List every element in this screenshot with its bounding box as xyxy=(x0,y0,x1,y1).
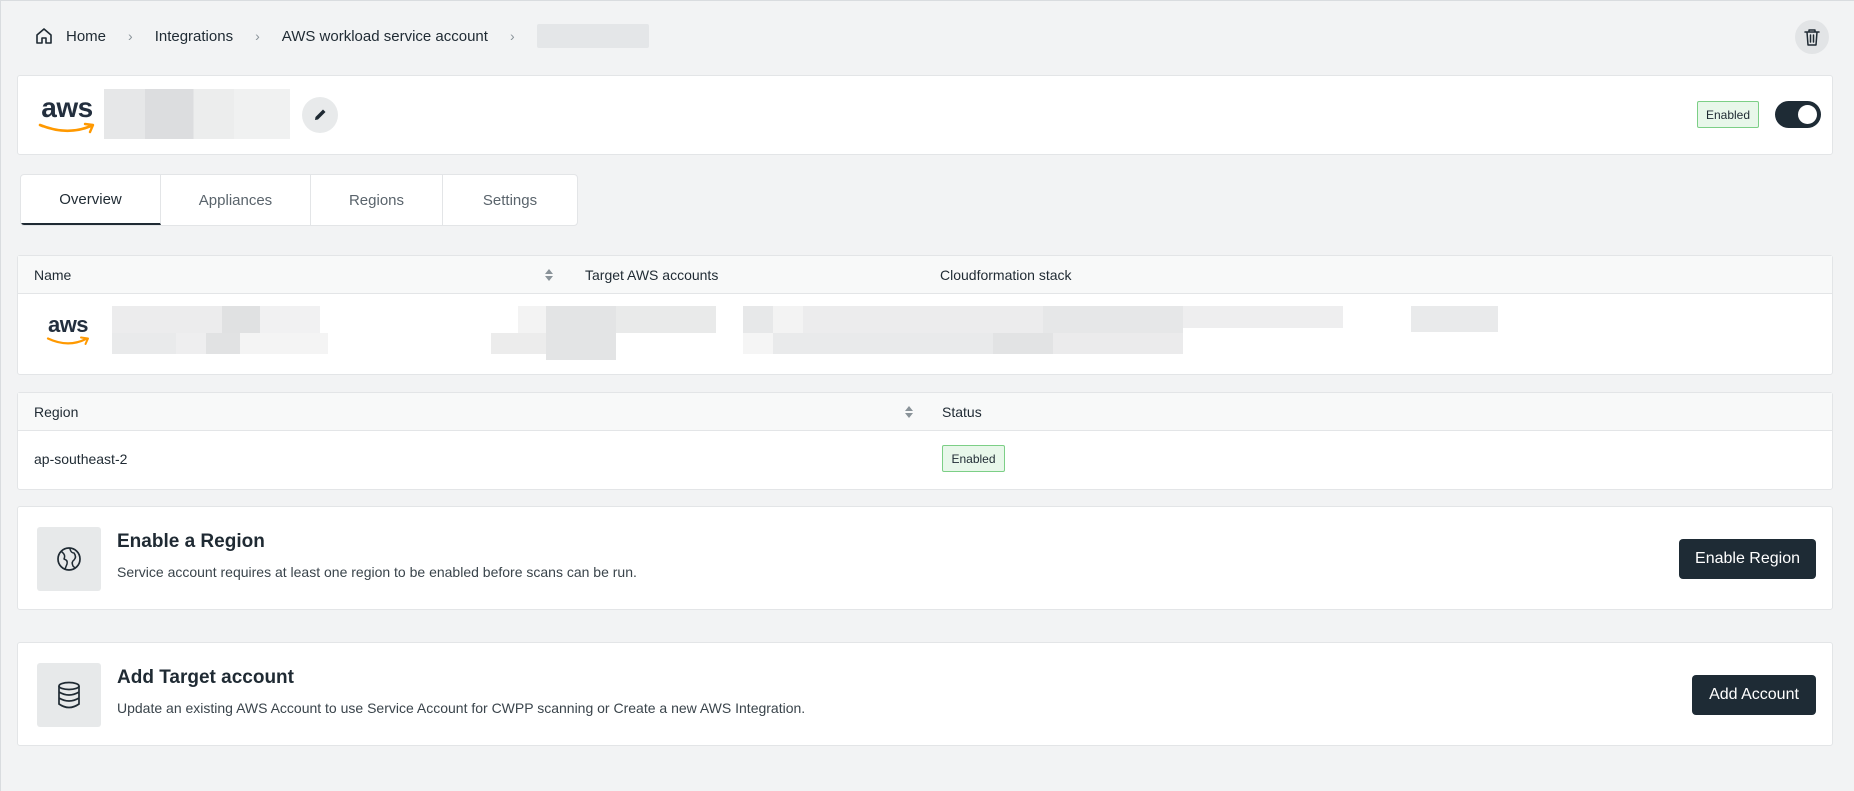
integration-name-redacted xyxy=(104,89,290,139)
tab-bar: Overview Appliances Regions Settings xyxy=(20,174,578,226)
table-header: Region Status xyxy=(18,393,1832,431)
integration-header-card: aws Enabled xyxy=(17,75,1833,155)
aws-logo-text: aws xyxy=(41,92,93,123)
trash-icon xyxy=(1804,29,1820,46)
chevron-right-icon: › xyxy=(128,28,133,44)
table-row[interactable]: ap-southeast-2 Enabled xyxy=(18,431,1832,489)
aws-smile-icon xyxy=(38,122,95,134)
column-header-region[interactable]: Region xyxy=(34,404,78,420)
column-header-cloudformation-stack: Cloudformation stack xyxy=(940,267,1072,283)
breadcrumb-current-redacted xyxy=(536,24,649,48)
chevron-right-icon: › xyxy=(255,28,260,44)
chevron-right-icon: › xyxy=(509,28,515,44)
add-target-description: Update an existing AWS Account to use Se… xyxy=(117,700,806,716)
enable-region-button[interactable]: Enable Region xyxy=(1679,539,1816,579)
status-badge: Enabled xyxy=(942,445,1005,472)
add-target-account-card: Add Target account Update an existing AW… xyxy=(17,642,1833,746)
aws-logo: aws xyxy=(46,314,90,346)
toggle-knob xyxy=(1798,105,1817,124)
breadcrumb-integrations[interactable]: Integrations xyxy=(155,28,233,45)
tab-regions[interactable]: Regions xyxy=(311,175,443,225)
breadcrumb-home[interactable]: Home xyxy=(66,28,106,45)
tab-settings[interactable]: Settings xyxy=(443,175,577,225)
aws-logo: aws xyxy=(38,94,96,134)
breadcrumb: Home › Integrations › AWS workload servi… xyxy=(34,22,649,50)
breadcrumb-service-account[interactable]: AWS workload service account xyxy=(282,28,488,45)
column-header-target-accounts: Target AWS accounts xyxy=(585,267,719,283)
aws-logo-text: aws xyxy=(47,312,89,337)
pencil-icon xyxy=(315,109,326,120)
table-header: Name Target AWS accounts Cloudformation … xyxy=(18,256,1832,294)
edit-name-button[interactable] xyxy=(302,97,338,133)
enable-region-description: Service account requires at least one re… xyxy=(117,564,637,580)
sort-icon[interactable] xyxy=(903,404,915,420)
accounts-table: Name Target AWS accounts Cloudformation … xyxy=(17,255,1833,375)
aws-smile-icon xyxy=(46,336,89,345)
column-header-status: Status xyxy=(942,404,982,420)
add-account-button[interactable]: Add Account xyxy=(1692,675,1816,715)
globe-icon xyxy=(37,527,101,591)
sort-icon[interactable] xyxy=(543,267,555,283)
enable-region-title: Enable a Region xyxy=(117,531,265,552)
enable-toggle[interactable] xyxy=(1775,101,1821,128)
enable-region-card: Enable a Region Service account requires… xyxy=(17,506,1833,610)
region-cell: ap-southeast-2 xyxy=(34,451,128,467)
delete-button[interactable] xyxy=(1795,20,1829,54)
tab-appliances[interactable]: Appliances xyxy=(161,175,311,225)
regions-table: Region Status ap-southeast-2 Enabled xyxy=(17,392,1833,490)
add-target-title: Add Target account xyxy=(117,667,294,688)
database-icon xyxy=(37,663,101,727)
table-row[interactable]: aws xyxy=(18,294,1832,374)
tab-overview[interactable]: Overview xyxy=(21,175,161,225)
home-icon[interactable] xyxy=(34,26,54,46)
status-badge: Enabled xyxy=(1697,101,1759,128)
column-header-name[interactable]: Name xyxy=(34,267,71,283)
